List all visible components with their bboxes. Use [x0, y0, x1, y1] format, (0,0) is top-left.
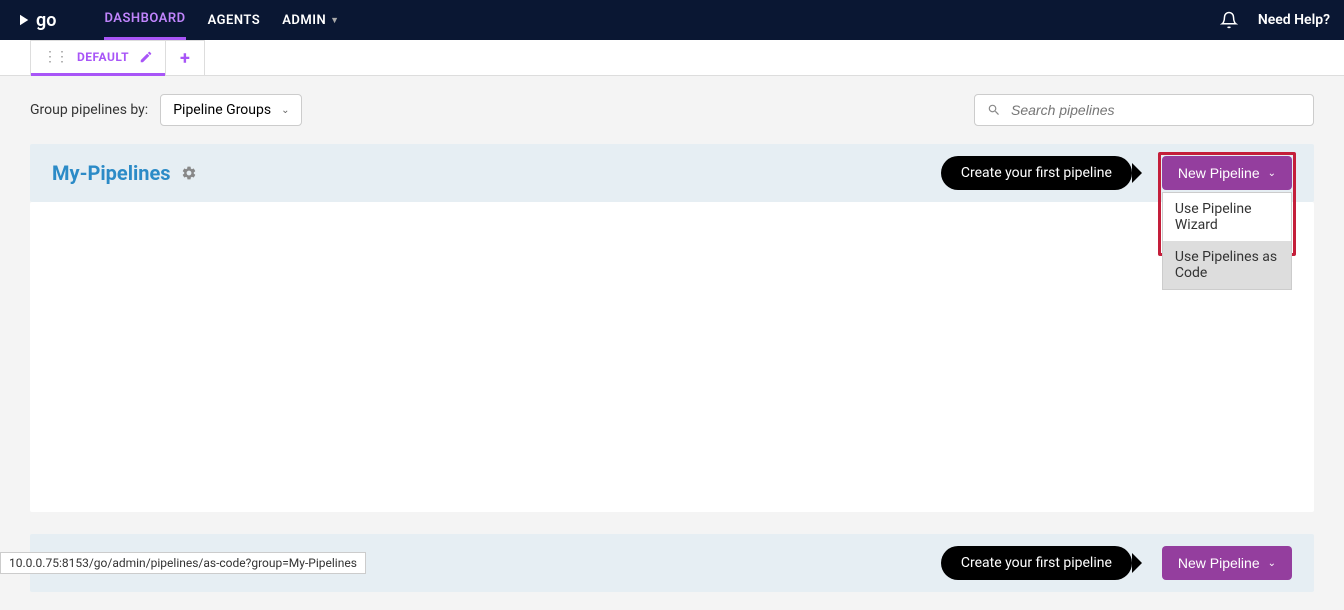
- logo[interactable]: go: [14, 10, 56, 31]
- bell-icon[interactable]: [1220, 11, 1238, 29]
- search-icon: [987, 103, 1001, 117]
- status-bar: 10.0.0.75:8153/go/admin/pipelines/as-cod…: [0, 552, 366, 574]
- group-title[interactable]: My-Pipelines: [52, 161, 171, 185]
- search-box[interactable]: [974, 94, 1314, 126]
- chevron-down-icon: ⌄: [1268, 558, 1276, 569]
- first-pipeline-tooltip: Create your first pipeline: [941, 156, 1132, 190]
- pencil-icon[interactable]: [139, 50, 153, 64]
- content: Group pipelines by: Pipeline Groups ⌄ My…: [0, 76, 1344, 610]
- add-tab-button[interactable]: +: [165, 41, 204, 76]
- logo-text: go: [36, 10, 56, 31]
- controls-row: Group pipelines by: Pipeline Groups ⌄: [30, 94, 1314, 126]
- empty-pipeline-area: [30, 202, 1314, 512]
- new-pipeline-button[interactable]: New Pipeline ⌄: [1162, 156, 1292, 190]
- tab-default[interactable]: ⋮⋮ DEFAULT: [31, 41, 165, 76]
- new-pipeline-menu: Use Pipeline Wizard Use Pipelines as Cod…: [1162, 192, 1292, 290]
- menu-use-wizard[interactable]: Use Pipeline Wizard: [1163, 193, 1291, 241]
- nav-right: Need Help?: [1220, 11, 1330, 29]
- group-by: Group pipelines by: Pipeline Groups ⌄: [30, 94, 302, 126]
- tab-label: DEFAULT: [77, 50, 129, 64]
- logo-icon: [14, 11, 32, 29]
- new-pipeline-button-2[interactable]: New Pipeline ⌄: [1162, 546, 1292, 580]
- plus-icon: +: [180, 48, 190, 69]
- top-nav: go DASHBOARD AGENTS ADMIN ▼ Need Help?: [0, 0, 1344, 40]
- tabs-bar: ⋮⋮ DEFAULT +: [0, 40, 1344, 76]
- nav-dashboard[interactable]: DASHBOARD: [104, 0, 185, 40]
- group-by-value: Pipeline Groups: [173, 102, 271, 118]
- group-by-label: Group pipelines by:: [30, 102, 148, 118]
- first-pipeline-tooltip-2: Create your first pipeline: [941, 546, 1132, 580]
- search-input[interactable]: [1011, 102, 1301, 118]
- nav-admin[interactable]: ADMIN ▼: [282, 0, 339, 40]
- chevron-down-icon: ⌄: [281, 105, 289, 116]
- chevron-down-icon: ⌄: [1268, 168, 1276, 179]
- menu-use-as-code[interactable]: Use Pipelines as Code: [1163, 241, 1291, 289]
- nav-links: DASHBOARD AGENTS ADMIN ▼: [104, 0, 339, 40]
- tab-wrap: ⋮⋮ DEFAULT +: [30, 40, 205, 76]
- help-link[interactable]: Need Help?: [1258, 12, 1330, 28]
- drag-handle-icon[interactable]: ⋮⋮: [43, 49, 67, 65]
- group-by-dropdown[interactable]: Pipeline Groups ⌄: [160, 94, 302, 126]
- nav-agents[interactable]: AGENTS: [208, 0, 261, 40]
- pipeline-group-header: My-Pipelines Create your first pipeline …: [30, 144, 1314, 202]
- gear-icon[interactable]: [181, 165, 197, 181]
- caret-down-icon: ▼: [330, 15, 339, 26]
- new-pipeline-area: New Pipeline ⌄ Use Pipeline Wizard Use P…: [1162, 156, 1292, 190]
